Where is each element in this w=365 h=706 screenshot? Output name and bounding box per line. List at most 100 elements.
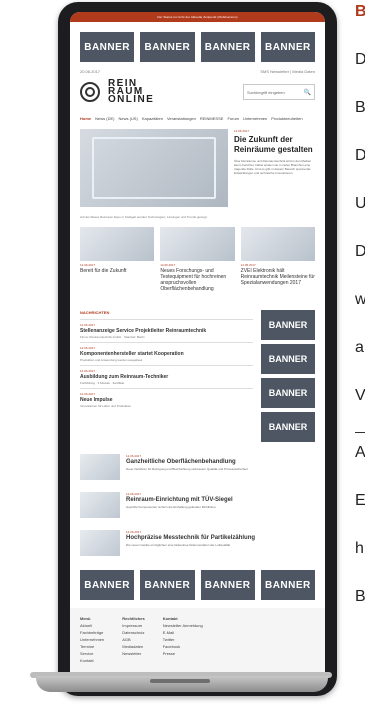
footer-link[interactable]: Kontakt [80,658,104,663]
footer-link[interactable]: E-Mail [163,630,203,635]
logo-line-3: ONLINE [108,94,155,105]
news-date: 12.06.2017 [80,369,96,373]
news-item[interactable]: 12.06.2017 Komponentenhersteller startet… [80,342,253,365]
footer-link[interactable]: AGB [122,637,144,642]
top-banners: BANNER BANNER BANNER BANNER [70,22,325,66]
top-banner-4[interactable]: BANNER [260,32,315,62]
news-date: 12.06.2017 [80,346,96,350]
side-text-line: B [355,588,365,605]
side-banner-1[interactable]: BANNER [261,310,315,340]
nav-item-capacities[interactable]: Kapazitäten [142,116,163,121]
footer: Menü Aktuell Fachbeiträge Unternehmen Te… [70,608,325,673]
footer-col-legal: Rechtliches Impressum Datenschutz AGB Me… [122,616,144,663]
teaser-thumbnail [240,227,315,261]
nav-item-forum[interactable]: Forum [227,116,239,121]
side-text-line: V [355,387,365,404]
footer-link[interactable]: Service [80,651,104,656]
feature-text: 12.06.2017 Hochpräzise Messtechnik für P… [126,530,315,556]
feature-text: 12.06.2017 Reinraum-Einrichtung mit TÜV-… [126,492,315,518]
news-title[interactable]: Stellenanzeige Service Projektleiter Rei… [80,328,253,334]
hero-title[interactable]: Die Zukunft der Reinräume gestalten [234,135,315,155]
side-text-line: D [355,147,365,164]
side-text-line: E [355,492,365,509]
footer-link[interactable]: Newsletter [122,651,144,656]
news-item[interactable]: 12.06.2017 Stellenanzeige Service Projek… [80,319,253,342]
bottom-banner-1[interactable]: BANNER [80,570,135,600]
feature-title[interactable]: Reinraum-Einrichtung mit TÜV-Siegel [126,497,315,503]
footer-link[interactable]: Presse [163,651,203,656]
footer-link[interactable]: Newsletter Anmeldung [163,623,203,628]
feature-item[interactable]: 12.06.2017 Ganzheitliche Oberflächenbeha… [70,448,325,486]
bottom-banner-3[interactable]: BANNER [200,570,255,600]
footer-link[interactable]: Unternehmen [80,637,104,642]
teaser-title[interactable]: ZVEI Elektronik hält Reinraumtechnik Mei… [241,268,315,286]
footer-link[interactable]: Impressum [122,623,144,628]
teaser-card[interactable]: 12.06.2017 Bereit für die Zukunft [80,227,155,292]
nav-item-home[interactable]: Home [80,116,91,121]
teaser-grid: 12.06.2017 Bereit für die Zukunft 12.06.… [70,219,325,300]
footer-link[interactable]: Facebook [163,644,203,649]
footer-link[interactable]: Datenschutz [122,630,144,635]
nav-item-reinmesse[interactable]: REINMESSE [200,116,224,121]
side-text-line: U [355,195,365,212]
top-notice: Der Status ist nicht der Aktuelle Zeitpu… [70,12,325,22]
footer-link[interactable]: Twitter [163,637,203,642]
news-sub: Produktion und Anwendung werden ausgebau… [80,358,143,362]
top-banner-2[interactable]: BANNER [140,32,195,62]
bottom-banners: BANNER BANNER BANNER BANNER [70,562,325,608]
side-text-line: A [355,444,365,461]
side-text-heading: B [355,3,365,20]
footer-link[interactable]: Aktuell [80,623,104,628]
footer-link[interactable]: Termine [80,644,104,649]
nav-item-companies[interactable]: Unternehmen [243,116,267,121]
feature-item[interactable]: 12.06.2017 Hochpräzise Messtechnik für P… [70,524,325,562]
footer-col-contact: Kontakt Newsletter Anmeldung E-Mail Twit… [163,616,203,663]
top-banner-3[interactable]: BANNER [200,32,255,62]
side-text-line: a [355,339,364,356]
news-title[interactable]: Komponentenhersteller startet Kooperatio… [80,351,253,357]
teaser-card[interactable]: 12.06.2017 ZVEI Elektronik hält Reinraum… [240,227,315,292]
side-banner-3[interactable]: BANNER [261,378,315,408]
nav-item-events[interactable]: Veranstaltungen [167,116,196,121]
side-text-block: B D B D U D w a V A E h B [355,0,365,706]
hero-image[interactable] [80,129,228,207]
feature-item[interactable]: 12.06.2017 Reinraum-Einrichtung mit TÜV-… [70,486,325,524]
bottom-banner-2[interactable]: BANNER [140,570,195,600]
feature-thumbnail [80,492,120,518]
feature-title[interactable]: Hochpräzise Messtechnik für Partikelzähl… [126,535,315,541]
teaser-card[interactable]: 12.06.2017 Neues Forschungs- und Testequ… [160,227,235,292]
search-input[interactable]: Suchbegriff eingeben 🔍 [243,84,315,100]
side-banner-2[interactable]: BANNER [261,344,315,374]
top-banner-1[interactable]: BANNER [80,32,135,62]
hero-desc: Über Reinräume und Reinraumtechnik wird … [234,159,312,175]
hero-section: 12.06.2017 Die Zukunft der Reinräume ges… [70,125,325,213]
feature-date: 12.06.2017 [126,530,142,534]
news-item[interactable]: 12.06.2017 Ausbildung zum Reinraum-Techn… [80,365,253,388]
footer-link[interactable]: Mediadaten [122,644,144,649]
teaser-title[interactable]: Bereit für die Zukunft [80,268,154,274]
nav-item-news-us[interactable]: News (US) [118,116,137,121]
brand-row: REIN RAUM ONLINE Suchbegriff eingeben 🔍 [70,74,325,110]
main-nav: Home News (DE) News (US) Kapazitäten Ver… [70,110,325,125]
footer-col-title: Menü [80,616,91,621]
side-text-line: w [355,291,365,308]
footer-link[interactable]: Fachbeiträge [80,630,104,635]
search-icon[interactable]: 🔍 [304,89,311,96]
logo-icon [80,82,100,102]
newsletter-meta[interactable]: SMS Newsletter | Media Daten [260,69,315,74]
side-banner-4[interactable]: BANNER [261,412,315,442]
news-title[interactable]: Ausbildung zum Reinraum-Techniker [80,374,253,380]
nav-item-news-de[interactable]: News (DE) [95,116,114,121]
feature-date: 12.06.2017 [126,454,142,458]
bottom-banner-4[interactable]: BANNER [260,570,315,600]
news-title[interactable]: Neue Impulse [80,397,253,403]
news-section: NACHRICHTEN 12.06.2017 Stellenanzeige Se… [70,300,325,448]
teaser-thumbnail [80,227,155,261]
news-item[interactable]: 12.06.2017 Neue Impulse Innovationen für… [80,388,253,411]
news-header: NACHRICHTEN [80,310,110,315]
feature-thumbnail [80,454,120,480]
nav-item-products[interactable]: Produktneuheiten [271,116,302,121]
teaser-title[interactable]: Neues Forschungs- und Testequipment für … [160,268,234,292]
feature-title[interactable]: Ganzheitliche Oberflächenbehandlung [126,459,315,465]
date-meta: 20.06.2017 [80,69,101,74]
